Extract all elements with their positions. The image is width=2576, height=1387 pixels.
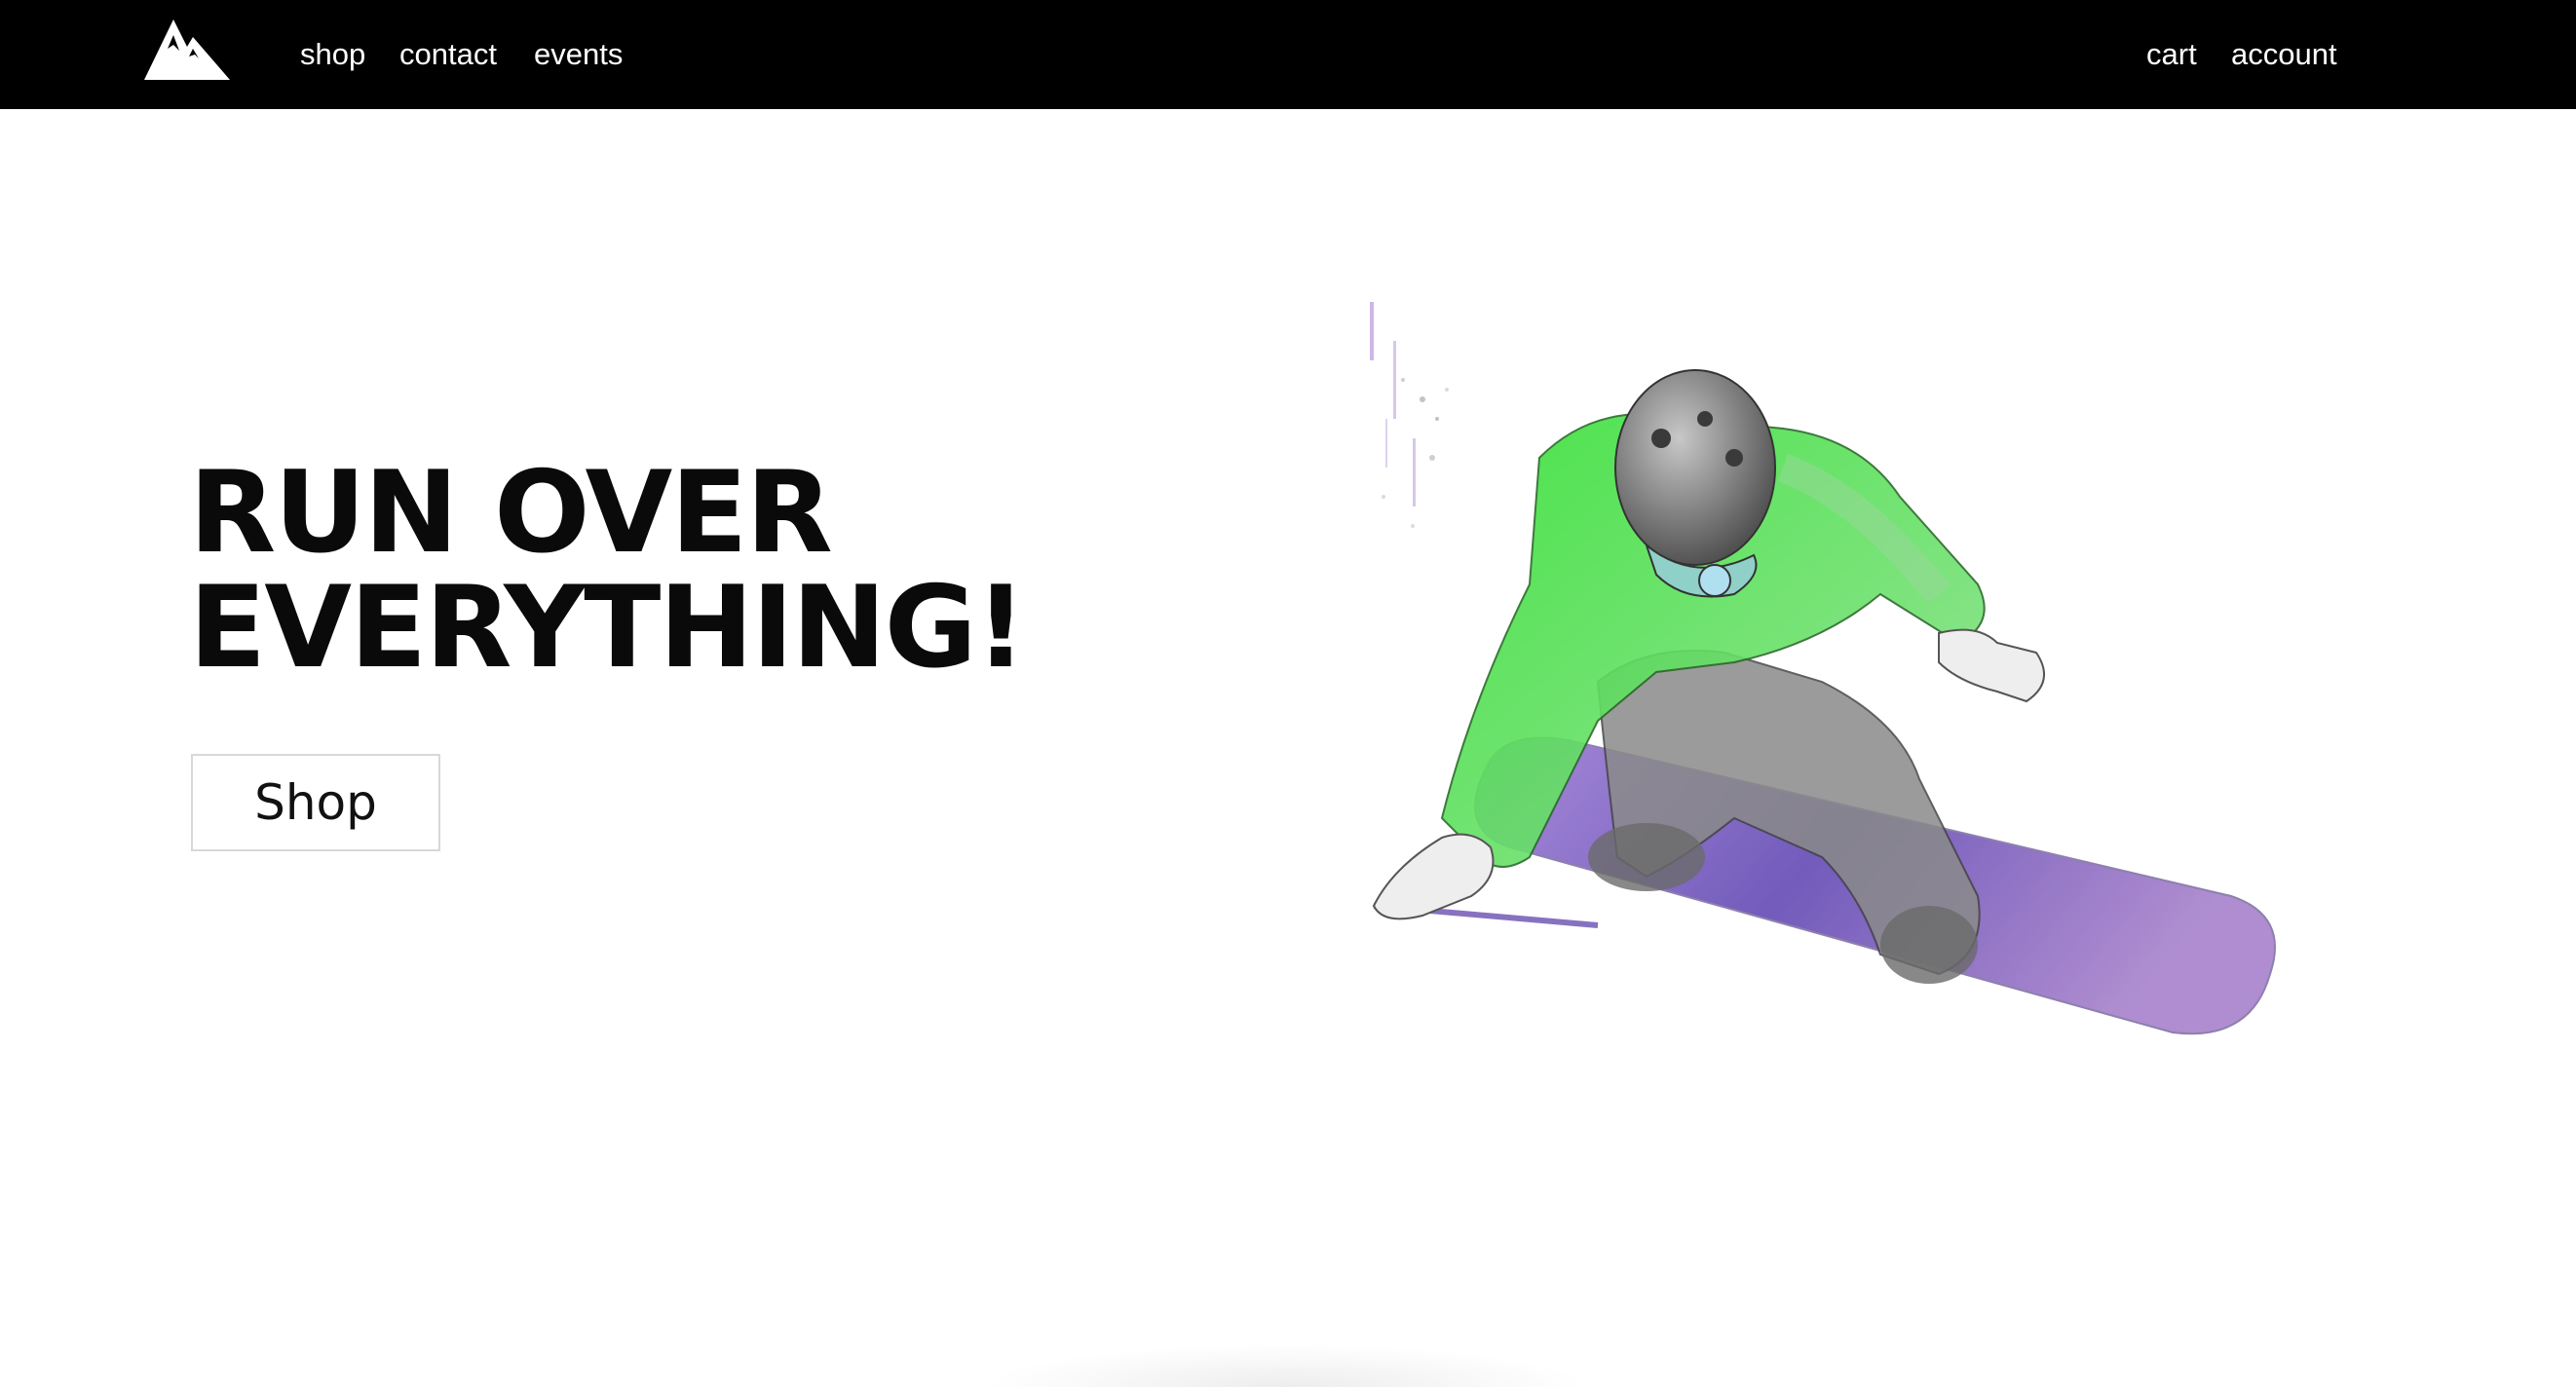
- shop-button[interactable]: Shop: [191, 754, 440, 851]
- nav-link-events[interactable]: events: [534, 0, 623, 109]
- snow-spray: [1370, 302, 1449, 528]
- nav-link-account[interactable]: account: [2231, 0, 2337, 109]
- mountain-logo-icon[interactable]: [144, 16, 230, 80]
- right-glove: [1938, 628, 2045, 703]
- nav-link-shop[interactable]: shop: [300, 0, 365, 109]
- hero-title-line-2: EVERYTHING!: [189, 562, 1027, 694]
- hero-title: RUN OVER EVERYTHING!: [189, 447, 1027, 694]
- nav-link-cart[interactable]: cart: [2146, 0, 2197, 109]
- left-glove: [1372, 833, 1495, 920]
- rider-helmet: [1614, 369, 1776, 566]
- hero-title-line-1: RUN OVER: [189, 447, 833, 579]
- top-navigation-bar: shop contact events cart account: [0, 0, 2576, 109]
- nav-link-contact[interactable]: contact: [399, 0, 497, 109]
- bottom-fade-decoration: [984, 1344, 1588, 1387]
- snowboarder-illustration: [1370, 302, 2276, 1035]
